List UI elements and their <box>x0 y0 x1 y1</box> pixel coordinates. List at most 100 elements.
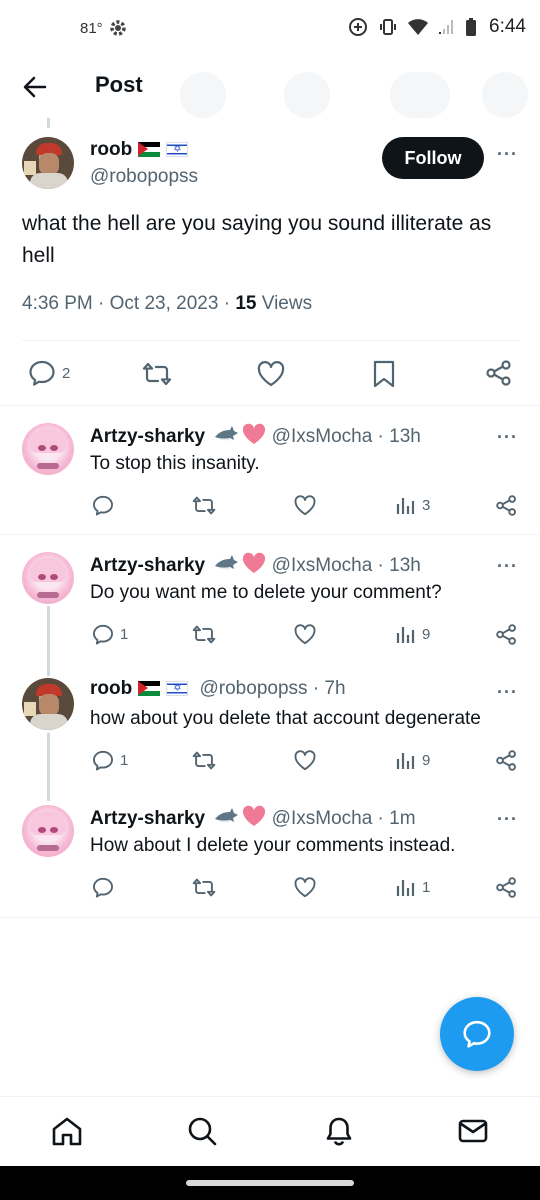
reply-count: 2 <box>62 364 71 382</box>
views-icon <box>396 498 415 514</box>
gear-icon <box>110 20 126 36</box>
israel-flag-icon <box>166 142 189 157</box>
share-icon <box>486 360 511 386</box>
avatar[interactable] <box>22 678 74 730</box>
reply-handle-time[interactable]: @robopopss · 7h <box>200 678 346 699</box>
bottom-navigation <box>0 1096 540 1166</box>
reply-text: How about I delete your comments instead… <box>90 835 456 856</box>
search-icon <box>188 1117 217 1146</box>
bookmark-icon <box>373 360 395 388</box>
reply-handle-time[interactable]: @IxsMocha · 1m <box>272 808 416 829</box>
view-count: 1 <box>422 878 431 896</box>
like-button[interactable] <box>294 624 316 645</box>
author-name[interactable]: Artzy-sharky <box>90 808 205 829</box>
data-saver-icon <box>349 18 368 36</box>
share-button[interactable] <box>496 495 517 516</box>
share-icon <box>496 495 516 516</box>
reply-button[interactable]: 2 <box>28 360 70 386</box>
author-handle[interactable]: @robopopss <box>90 166 198 188</box>
views-icon <box>396 753 415 769</box>
more-options-icon[interactable]: ··· <box>497 427 518 448</box>
avatar[interactable] <box>22 137 74 189</box>
divider <box>0 917 540 918</box>
author-name-row[interactable]: roob <box>90 139 189 161</box>
author-name[interactable]: roob <box>90 678 132 699</box>
messages-icon <box>458 1119 488 1143</box>
view-count: 3 <box>422 496 431 514</box>
reply-text: To stop this insanity. <box>90 453 260 474</box>
more-options-icon[interactable]: ··· <box>497 144 518 165</box>
reply-header: roob @robopopss · 7h <box>90 678 346 700</box>
signal-icon <box>439 20 454 34</box>
views-button[interactable]: 9 <box>396 624 430 644</box>
share-icon <box>496 877 516 898</box>
more-options-icon[interactable]: ··· <box>497 556 518 577</box>
author-name[interactable]: Artzy-sharky <box>90 555 205 576</box>
palestine-flag-icon <box>138 142 161 157</box>
avatar[interactable] <box>22 805 74 857</box>
back-arrow-icon[interactable] <box>22 74 48 100</box>
page-title: Post <box>95 72 143 97</box>
nav-search[interactable] <box>186 1115 218 1147</box>
author-name[interactable]: Artzy-sharky <box>90 426 205 447</box>
reply-icon <box>93 750 113 771</box>
reply-handle-time[interactable]: @IxsMocha · 13h <box>272 555 421 576</box>
nav-home[interactable] <box>51 1115 83 1147</box>
post-meta: 4:36 PM · Oct 23, 2023 · 15 Views <box>22 293 312 315</box>
repost-icon <box>192 496 216 515</box>
like-button[interactable] <box>294 877 316 898</box>
views-button[interactable]: 1 <box>396 877 430 897</box>
share-button[interactable] <box>496 877 517 898</box>
follow-button[interactable]: Follow <box>382 137 484 179</box>
clock-time: 6:44 <box>489 16 526 37</box>
like-button[interactable] <box>257 361 285 387</box>
home-indicator[interactable] <box>186 1180 354 1186</box>
background-blur <box>390 72 450 118</box>
author-name[interactable]: roob <box>90 139 132 160</box>
reply-icon <box>93 495 113 516</box>
views-count: 15 <box>235 293 257 314</box>
like-icon <box>294 624 316 645</box>
repost-button[interactable] <box>142 362 172 386</box>
reply-button[interactable]: 1 <box>92 750 128 771</box>
more-options-icon[interactable]: ··· <box>497 809 518 830</box>
repost-button[interactable] <box>192 751 216 770</box>
thread-connector <box>47 606 50 676</box>
like-button[interactable] <box>294 750 316 771</box>
reply-button[interactable] <box>92 495 120 516</box>
views-button[interactable]: 9 <box>396 750 430 770</box>
reply-icon <box>29 360 55 386</box>
reply-text: how about you delete that account degene… <box>90 708 481 729</box>
shark-icon <box>215 555 239 570</box>
nav-messages[interactable] <box>457 1115 489 1147</box>
like-button[interactable] <box>294 495 316 516</box>
avatar[interactable] <box>22 552 74 604</box>
reply-count: 1 <box>120 752 129 769</box>
views-button[interactable]: 3 <box>396 495 430 515</box>
israel-flag-icon <box>166 681 189 696</box>
compose-reply-button[interactable] <box>440 997 514 1071</box>
repost-button[interactable] <box>192 625 216 644</box>
share-button[interactable] <box>496 624 517 645</box>
reply-header: Artzy-sharky @IxsMocha · 13h <box>90 423 421 448</box>
shark-icon <box>215 426 239 441</box>
share-button[interactable] <box>496 750 517 771</box>
repost-button[interactable] <box>192 496 216 515</box>
repost-icon <box>192 625 216 644</box>
bookmark-button[interactable] <box>372 360 396 388</box>
share-icon <box>496 750 516 771</box>
nav-notifications[interactable] <box>323 1115 355 1147</box>
more-options-icon[interactable]: ··· <box>497 682 518 703</box>
repost-button[interactable] <box>192 878 216 897</box>
thread-connector <box>47 118 50 128</box>
reply-header: Artzy-sharky @IxsMocha · 1m <box>90 805 416 830</box>
reply-button[interactable]: 1 <box>92 624 128 645</box>
home-icon <box>52 1117 82 1146</box>
share-icon <box>496 624 516 645</box>
avatar[interactable] <box>22 423 74 475</box>
reply-button[interactable] <box>92 877 120 898</box>
reply-handle-time[interactable]: @IxsMocha · 13h <box>272 426 421 447</box>
vibrate-icon <box>380 19 397 35</box>
divider <box>0 534 540 535</box>
share-button[interactable] <box>486 360 512 386</box>
